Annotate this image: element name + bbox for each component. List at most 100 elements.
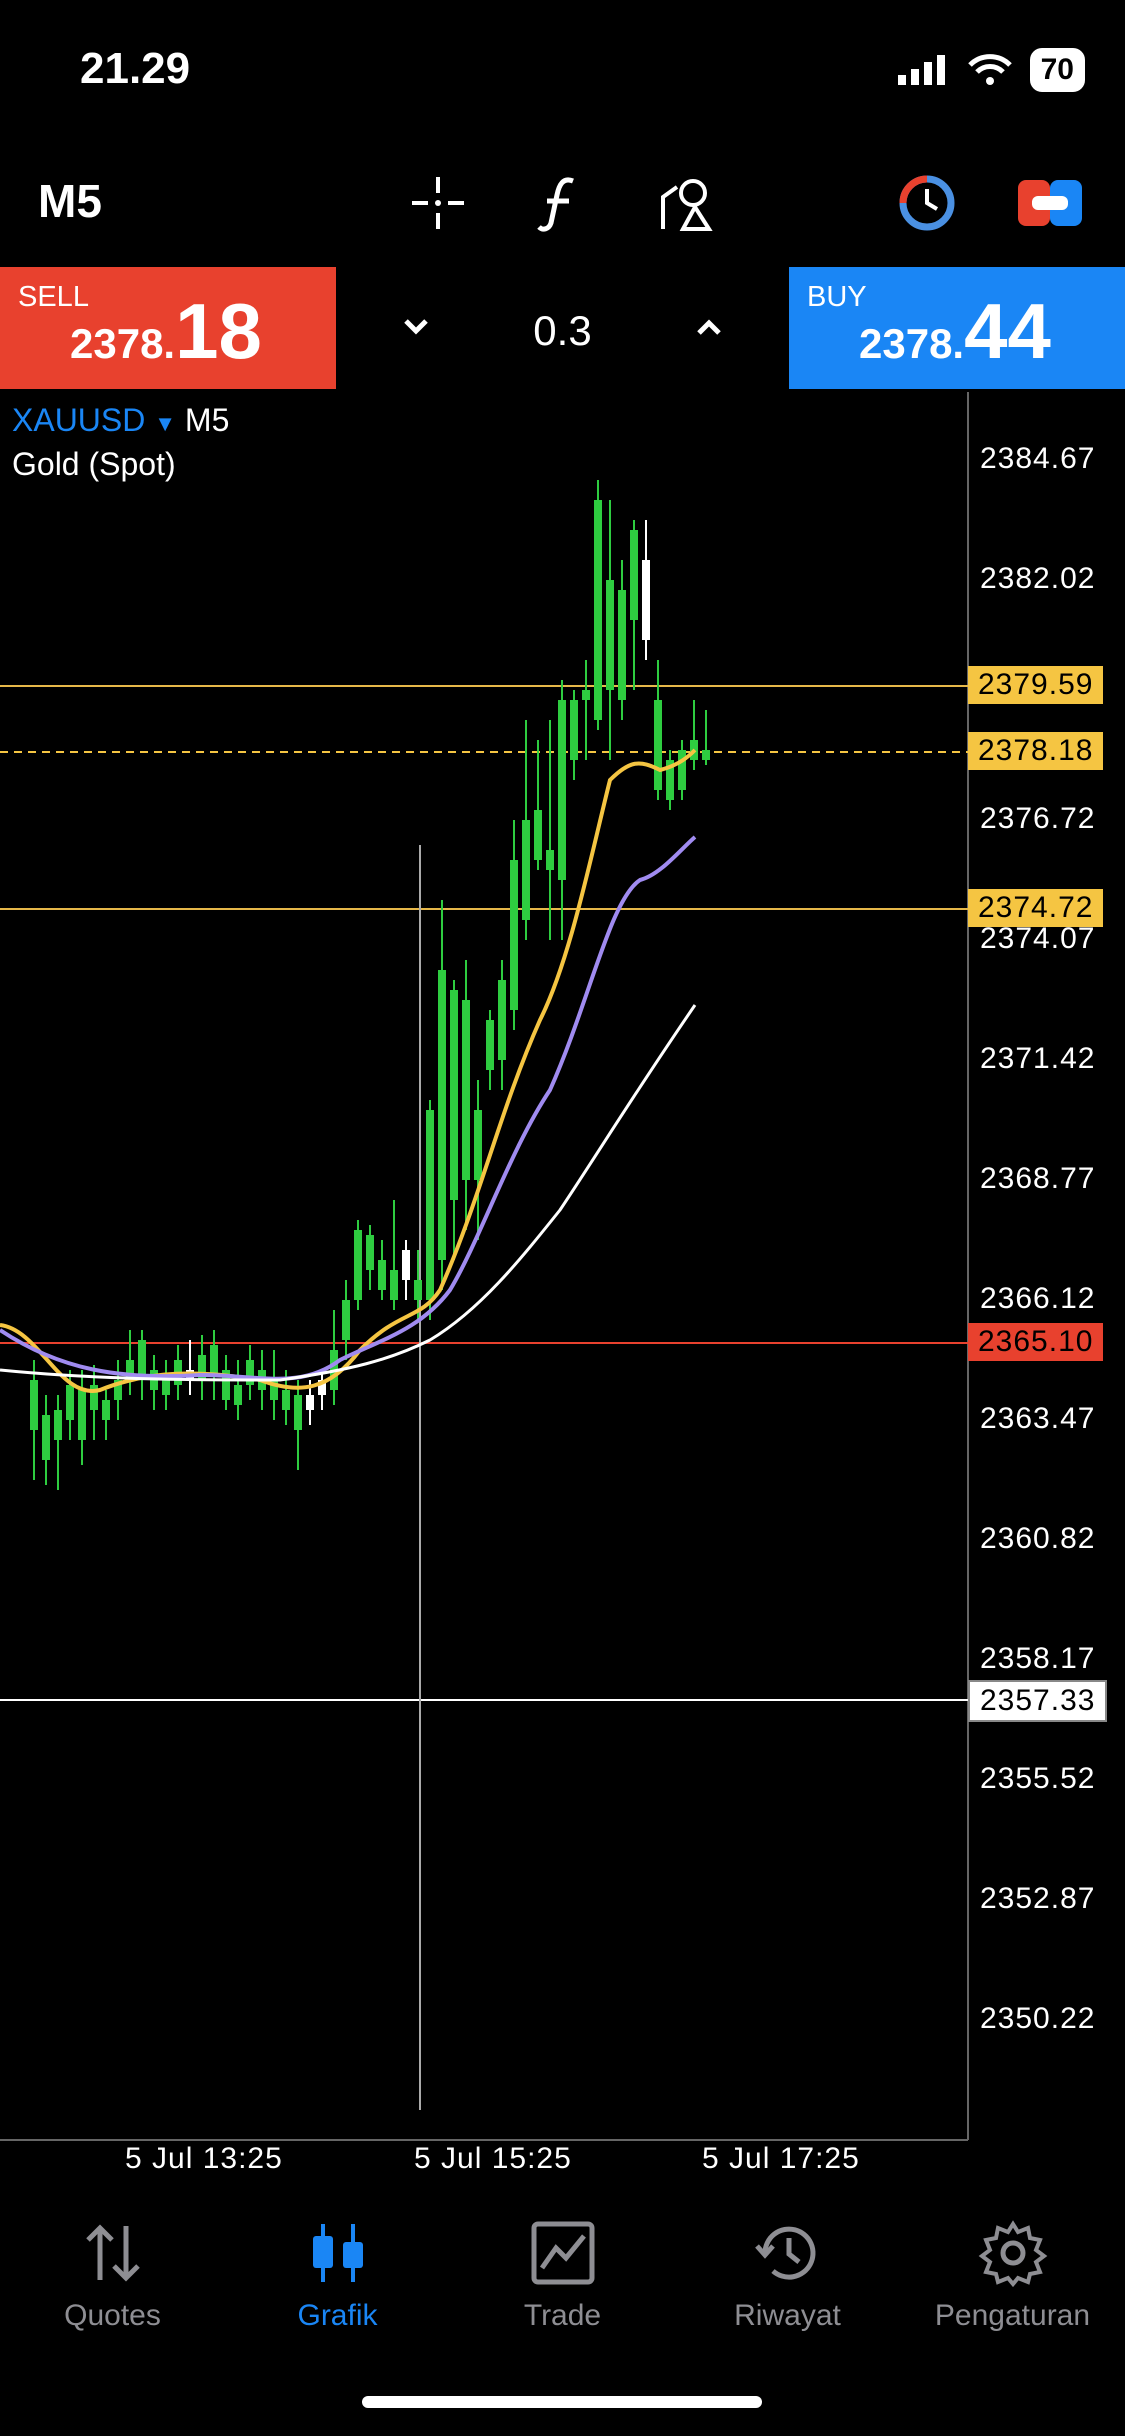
candle-body xyxy=(186,1370,194,1380)
candles-icon xyxy=(312,2224,363,2282)
candle-body xyxy=(126,1360,134,1380)
history-icon xyxy=(754,2226,815,2280)
candle-body xyxy=(270,1380,278,1400)
wifi-icon xyxy=(967,54,1012,85)
candle-body xyxy=(318,1380,326,1395)
time-label: 5 Jul 15:25 xyxy=(414,2142,572,2175)
candle-body xyxy=(666,760,674,800)
candle-body xyxy=(150,1370,158,1390)
candle-body xyxy=(282,1390,290,1410)
one-click-trading-icon[interactable] xyxy=(892,168,962,238)
gear-icon xyxy=(978,2220,1047,2288)
candle-body xyxy=(378,1260,386,1290)
candle-body xyxy=(630,530,638,620)
bid-price-label: 2378.18 xyxy=(968,732,1104,770)
candle-body xyxy=(342,1300,350,1340)
candle-body xyxy=(138,1340,146,1380)
nav-grafik[interactable]: Grafik xyxy=(225,2218,450,2333)
price-tick-label: 2371.42 xyxy=(980,1042,1096,1075)
buy-price: 2378.44 xyxy=(859,287,1051,375)
nav-label: Grafik xyxy=(297,2299,378,2332)
candle-body xyxy=(54,1410,62,1440)
candle-body xyxy=(162,1375,170,1395)
nav-label: Quotes xyxy=(64,2299,161,2332)
trade-panel-toggle-icon[interactable] xyxy=(1015,168,1085,238)
price-tick-label: 2360.82 xyxy=(980,1522,1096,1555)
buy-button[interactable]: BUY 2378.44 xyxy=(789,267,1125,389)
candle-body xyxy=(426,1110,434,1300)
candle-body xyxy=(366,1235,374,1270)
candle-body xyxy=(498,980,506,1060)
candle-body xyxy=(258,1370,266,1390)
battery-indicator: 70 xyxy=(1029,48,1085,92)
candle-body xyxy=(114,1380,122,1400)
candle-body xyxy=(174,1360,182,1385)
candle-body xyxy=(330,1350,338,1390)
price-tick-label: 2352.87 xyxy=(980,1882,1096,1915)
price-tick-label: 2358.17 xyxy=(980,1642,1096,1675)
ma-mid-line xyxy=(0,835,697,1381)
price-tick-label: 2376.72 xyxy=(980,802,1096,835)
candle-body xyxy=(198,1355,206,1380)
price-tick-label: 2350.22 xyxy=(980,2002,1096,2035)
crosshair-icon[interactable] xyxy=(403,168,473,238)
candle-body xyxy=(402,1250,410,1280)
red-level-label: 2365.10 xyxy=(968,1323,1104,1361)
candle-body xyxy=(246,1360,254,1385)
sell-price: 2378.18 xyxy=(70,287,262,375)
candle-body xyxy=(510,860,518,1010)
candle-body xyxy=(234,1385,242,1405)
home-indicator xyxy=(362,2396,762,2408)
candle-body xyxy=(414,1280,422,1300)
candle-body xyxy=(690,740,698,760)
candle-body xyxy=(30,1380,38,1430)
status-icons: 70 xyxy=(897,48,1085,92)
ma-fast-line xyxy=(0,748,697,1393)
candle-body xyxy=(306,1395,314,1410)
candle-body xyxy=(486,1020,494,1070)
chart-toolbar: M5 xyxy=(0,140,1125,265)
candle-body xyxy=(90,1385,98,1410)
price-tick-label: 2382.02 xyxy=(980,562,1096,595)
candle-body xyxy=(294,1395,302,1430)
candle-body xyxy=(390,1270,398,1300)
nav-label: Riwayat xyxy=(734,2299,841,2332)
time-label: 5 Jul 17:25 xyxy=(702,2142,860,2175)
candle-body xyxy=(582,690,590,700)
drawing-objects-icon[interactable] xyxy=(652,168,722,238)
candle-body xyxy=(618,590,626,700)
timeframe-button[interactable]: M5 xyxy=(38,174,102,228)
price-tick-label: 2384.67 xyxy=(980,442,1096,475)
volume-increase-button[interactable] xyxy=(689,307,729,352)
price-tick-label: 2366.12 xyxy=(980,1282,1096,1315)
sell-button[interactable]: SELL 2378.18 xyxy=(0,267,336,389)
symbol-dropdown-icon[interactable]: ▼ xyxy=(154,411,176,436)
nav-label: Trade xyxy=(523,2299,602,2332)
nav-riwayat[interactable]: Riwayat xyxy=(675,2218,900,2333)
symbol-name[interactable]: XAUUSD xyxy=(12,402,145,438)
candle-body xyxy=(438,970,446,1260)
nav-pengaturan[interactable]: Pengaturan xyxy=(900,2218,1125,2333)
nav-quotes[interactable]: Quotes xyxy=(0,2218,225,2333)
candle-body xyxy=(534,810,542,860)
nav-trade[interactable]: Trade xyxy=(450,2218,675,2333)
candle-body xyxy=(606,580,614,690)
symbol-description: Gold (Spot) xyxy=(12,446,176,482)
status-time: 21.29 xyxy=(80,44,191,93)
level-label-lower: 2374.72 xyxy=(968,889,1104,927)
status-bar: 21.29 70 xyxy=(0,0,1125,140)
candle-body xyxy=(66,1385,74,1420)
price-tick-label: 2363.47 xyxy=(980,1402,1096,1435)
arrows-updown-icon xyxy=(85,2224,140,2282)
candle-body xyxy=(642,560,650,640)
indicator-icon[interactable] xyxy=(525,168,595,238)
candle-body xyxy=(570,700,578,760)
candle-body xyxy=(210,1345,218,1375)
candle-body xyxy=(222,1370,230,1400)
trade-chart-icon xyxy=(531,2221,594,2285)
candle-body xyxy=(702,750,710,760)
candle-body xyxy=(654,700,662,790)
candle-body xyxy=(558,700,566,880)
candle-body xyxy=(462,1000,470,1180)
candle-body xyxy=(678,750,686,790)
